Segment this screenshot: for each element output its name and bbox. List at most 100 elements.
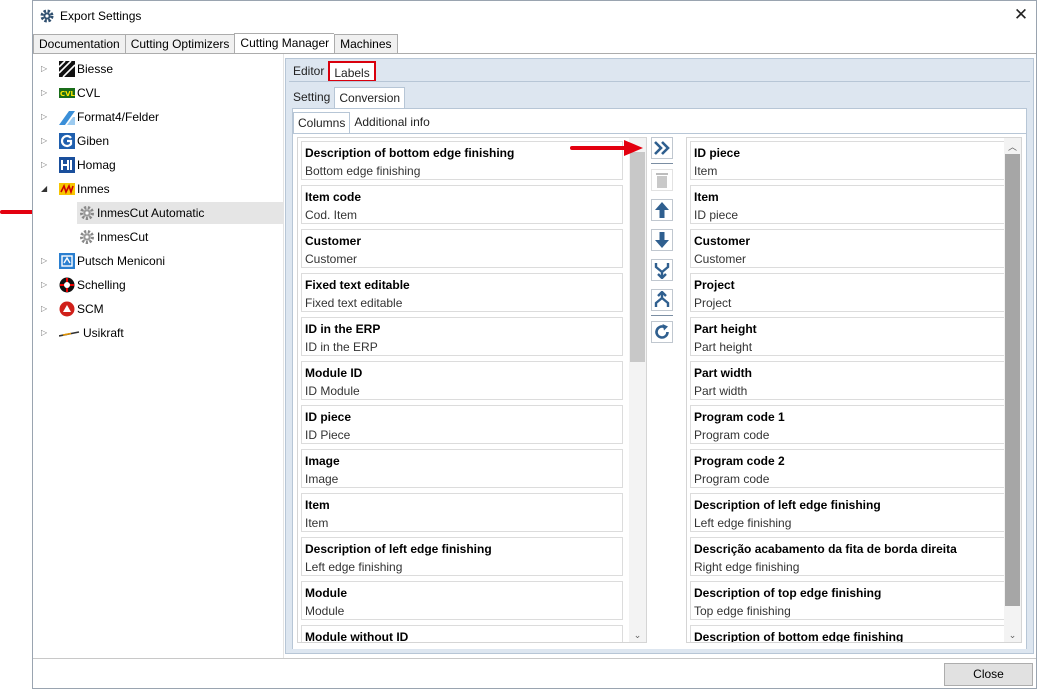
columns-info-tabs: Columns Additional info [293, 112, 434, 133]
setting-conversion-tabs: Setting Conversion [289, 87, 406, 108]
tree-item-inmescut-automatic[interactable]: InmesCut Automatic [77, 202, 283, 224]
column-card[interactable]: Project Project [690, 273, 1012, 312]
column-card[interactable]: Module Module [301, 581, 623, 620]
expand-arrow-icon[interactable]: ▷ [41, 88, 51, 98]
merge-columns-button[interactable] [651, 259, 673, 281]
available-columns-list[interactable]: Description of bottom edge finishing Bott… [297, 137, 647, 643]
tab-cutting-manager[interactable]: Cutting Manager [234, 33, 335, 55]
scroll-thumb[interactable] [630, 152, 645, 362]
column-card[interactable]: ID piece ID Piece [301, 405, 623, 444]
column-card-subtitle: Cod. Item [305, 208, 358, 222]
reset-columns-button[interactable] [651, 321, 673, 343]
column-card[interactable]: Part width Part width [690, 361, 1012, 400]
putsch-logo-icon [59, 253, 75, 269]
scroll-down-icon[interactable]: ⌄ [629, 628, 646, 642]
column-card[interactable]: Program code 1 Program code [690, 405, 1012, 444]
close-button[interactable]: Close [944, 663, 1033, 686]
labels-tab-content: Setting Conversion Columns Additional in… [289, 81, 1030, 651]
column-card[interactable]: Program code 2 Program code [690, 449, 1012, 488]
column-card[interactable]: Part height Part height [690, 317, 1012, 356]
tree-item-format4[interactable]: ▷ Format4/Felder [41, 106, 159, 128]
move-up-button[interactable] [651, 199, 673, 221]
tree-item-inmescut[interactable]: InmesCut [77, 226, 148, 248]
tree-item-usikraft[interactable]: ▷ Usikraft [41, 322, 124, 344]
column-card[interactable]: Description of left edge finishing Left e… [690, 493, 1012, 532]
tab-setting[interactable]: Setting [289, 87, 334, 108]
column-card-title: Customer [694, 234, 751, 248]
trash-icon [656, 173, 668, 188]
tree-item-giben[interactable]: ▷ Giben [41, 130, 109, 152]
close-icon[interactable]: ✕ [1012, 6, 1030, 24]
column-card[interactable]: Customer Customer [301, 229, 623, 268]
gear-icon [80, 230, 94, 244]
tab-conversion[interactable]: Conversion [334, 87, 406, 108]
scroll-up-icon[interactable]: ︿ [1004, 140, 1021, 154]
column-card[interactable]: Fixed text editable Fixed text editable [301, 273, 623, 312]
column-card[interactable]: Module without ID [301, 625, 623, 642]
expand-arrow-icon[interactable]: ▷ [41, 256, 51, 266]
column-card-title: ID piece [694, 146, 741, 160]
delete-column-button[interactable] [651, 169, 673, 191]
expand-arrow-icon[interactable]: ▷ [41, 112, 51, 122]
available-columns-scrollbar[interactable]: ⌄ [629, 138, 646, 642]
expand-arrow-icon[interactable]: ▷ [41, 328, 51, 338]
tree-label: Usikraft [83, 326, 124, 340]
column-card-subtitle: ID Piece [305, 428, 351, 442]
expand-arrow-icon[interactable]: ▷ [41, 304, 51, 314]
column-card[interactable]: Description of left edge finishing Left e… [301, 537, 623, 576]
column-card-title: Program code 1 [694, 410, 785, 424]
column-card[interactable]: Descrição acabamento da fita de borda di… [690, 537, 1012, 576]
expand-arrow-icon[interactable]: ▷ [41, 280, 51, 290]
collapse-arrow-icon[interactable]: ◢ [41, 184, 51, 194]
tab-additional-info[interactable]: Additional info [350, 112, 433, 133]
column-card[interactable]: Item Item [301, 493, 623, 532]
tab-editor[interactable]: Editor [289, 61, 328, 82]
column-card[interactable]: Customer Customer [690, 229, 1012, 268]
column-card[interactable]: ID in the ERP ID in the ERP [301, 317, 623, 356]
column-card[interactable]: Description of top edge finishing Top edg… [690, 581, 1012, 620]
tree-item-cvl[interactable]: ▷ CVL CVL [41, 82, 100, 104]
footer-divider [33, 658, 1036, 659]
tree-label: Biesse [77, 62, 114, 76]
expand-arrow-icon[interactable]: ▷ [41, 64, 51, 74]
add-column-button[interactable] [651, 137, 673, 159]
column-card[interactable]: ID piece Item [690, 141, 1012, 180]
tab-documentation[interactable]: Documentation [33, 34, 125, 54]
gear-icon [80, 206, 94, 220]
column-card[interactable]: Module ID ID Module [301, 361, 623, 400]
split-column-button[interactable] [651, 289, 673, 311]
expand-arrow-icon[interactable]: ▷ [41, 160, 51, 170]
tree-item-schelling[interactable]: ▷ Schelling [41, 274, 126, 296]
column-card[interactable]: Item code Cod. Item [301, 185, 623, 224]
tab-columns[interactable]: Columns [293, 112, 351, 133]
tree-item-scm[interactable]: ▷ SCM [41, 298, 104, 320]
tree-item-putsch-meniconi[interactable]: ▷ Putsch Meniconi [41, 250, 165, 272]
column-card-subtitle: Right edge finishing [694, 560, 800, 574]
conversion-tab-content: Columns Additional info Description of b… [292, 108, 1027, 649]
tree-item-inmes[interactable]: ◢ Inmes [41, 178, 110, 200]
column-card-subtitle: Image [305, 472, 339, 486]
column-card-title: Description of top edge finishing [694, 586, 882, 600]
column-card[interactable]: Item ID piece [690, 185, 1012, 224]
tab-labels[interactable]: Labels [328, 61, 376, 82]
window-title: Export Settings [60, 9, 142, 23]
selected-columns-list[interactable]: ID piece Item Item ID piece Customer Customer… [686, 137, 1022, 643]
tree-label: InmesCut Automatic [97, 206, 205, 220]
scroll-down-icon[interactable]: ⌄ [1004, 628, 1021, 642]
scroll-thumb[interactable] [1005, 154, 1020, 606]
tree-item-biesse[interactable]: ▷ Biesse [41, 58, 113, 80]
tree-label: Schelling [77, 278, 126, 292]
tree-label: SCM [77, 302, 104, 316]
column-card[interactable]: Image Image [301, 449, 623, 488]
tree-label: Format4/Felder [77, 110, 160, 124]
tab-machines[interactable]: Machines [334, 34, 398, 54]
tab-cutting-optimizers[interactable]: Cutting Optimizers [124, 34, 235, 54]
selected-columns-scrollbar[interactable]: ︿ ⌄ [1004, 138, 1021, 642]
column-card-subtitle: Part width [694, 384, 748, 398]
tree-item-homag[interactable]: ▷ Homag [41, 154, 116, 176]
column-card-title: Description of left edge finishing [694, 498, 881, 512]
column-card[interactable]: Description of bottom edge finishing [690, 625, 1012, 642]
move-down-button[interactable] [651, 229, 673, 251]
expand-arrow-icon[interactable]: ▷ [41, 136, 51, 146]
column-card-subtitle: Item [305, 516, 329, 530]
